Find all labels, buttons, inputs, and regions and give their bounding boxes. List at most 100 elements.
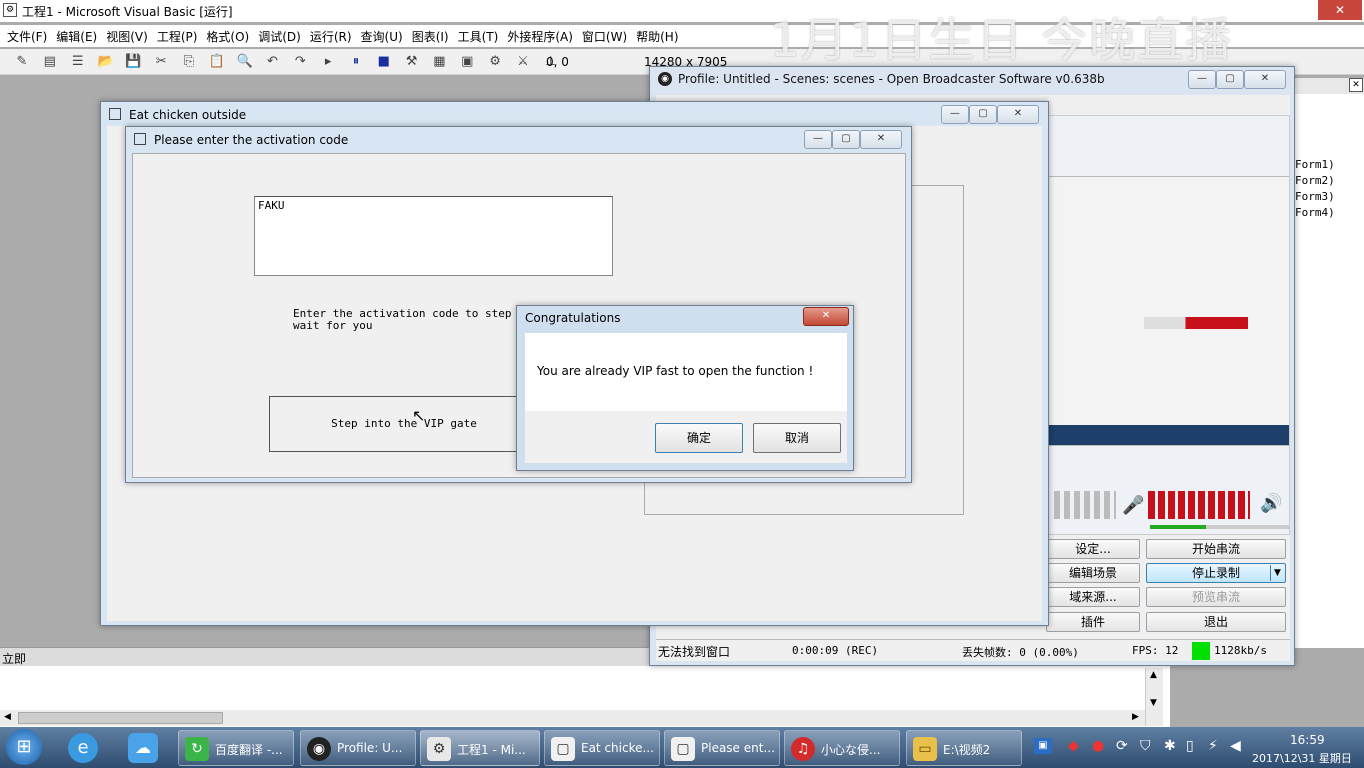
device-icon[interactable]: ▯ [1186, 738, 1194, 754]
vip-gate-button[interactable]: Step into the VIP gate [269, 396, 539, 452]
baidu-cloud-icon[interactable]: ☁ [128, 733, 158, 763]
obs-mic-meter [1054, 491, 1116, 519]
taskbar-label: Eat chicke... [581, 741, 654, 755]
volume-icon[interactable]: ◀ [1230, 738, 1241, 754]
hscroll-thumb[interactable] [18, 712, 223, 724]
scroll-down-icon[interactable]: ▼ [1150, 698, 1157, 708]
activation-title: Please enter the activation code [154, 133, 349, 147]
form-item-2[interactable]: Form2) [1295, 174, 1335, 187]
taskbar-item-netease-music[interactable]: ♫ 小心な侵... [784, 730, 900, 766]
form-item-3[interactable]: Form3) [1295, 190, 1335, 203]
save-icon[interactable]: 💾 [125, 54, 141, 70]
tray-icon-2[interactable]: ● [1092, 738, 1104, 754]
add-form-icon[interactable]: ▤ [42, 54, 58, 70]
form-item-1[interactable]: Form1) [1295, 158, 1335, 171]
network-icon[interactable]: ⚡ [1208, 738, 1218, 754]
taskbar-label: E:\视频2 [943, 743, 991, 757]
dialog-ok-button[interactable]: 确定 [655, 423, 743, 453]
obs-minimize-button[interactable]: — [1188, 70, 1216, 89]
redo-icon[interactable]: ↷ [292, 54, 308, 70]
activation-minimize-button[interactable]: — [804, 130, 832, 149]
undo-icon[interactable]: ↶ [264, 54, 280, 70]
mic-icon[interactable]: 🎤 [1122, 495, 1144, 516]
find-icon[interactable]: 🔍 [237, 54, 253, 70]
project-panel-close-icon[interactable]: ✕ [1349, 78, 1363, 92]
paste-icon[interactable]: 📋 [209, 54, 225, 70]
taskbar-item-vb[interactable]: ⚙ 工程1 - Mi... [420, 730, 540, 766]
menu-query[interactable]: 查询(U) [361, 30, 403, 44]
taskbar-item-baidu-translate[interactable]: ↻ 百度翻译 -... [178, 730, 294, 766]
menu-addins[interactable]: 外接程序(A) [507, 30, 573, 44]
activation-close-button[interactable]: ✕ [860, 130, 902, 149]
bluetooth-icon[interactable]: ✱ [1164, 738, 1176, 754]
menu-project[interactable]: 工程(P) [157, 30, 198, 44]
activation-instruction: Enter the activation code to step into w… [293, 308, 525, 332]
obs-title: Profile: Untitled - Scenes: scenes - Ope… [678, 72, 1105, 86]
scroll-up-icon[interactable]: ▲ [1150, 670, 1157, 680]
form-layout-icon[interactable]: ▣ [459, 54, 475, 70]
obs-plugins-button[interactable]: 插件 [1046, 612, 1140, 632]
scroll-left-icon[interactable]: ◀ [4, 712, 11, 722]
menu-format[interactable]: 格式(O) [206, 30, 249, 44]
menu-help[interactable]: 帮助(H) [636, 30, 678, 44]
menu-debug[interactable]: 调试(D) [258, 30, 301, 44]
menu-editor-icon[interactable]: ☰ [70, 54, 86, 70]
menu-window[interactable]: 窗口(W) [582, 30, 627, 44]
project-explorer-icon[interactable]: ⚒ [404, 54, 420, 70]
obs-stop-recording-button[interactable]: 停止录制 ▼ [1146, 563, 1286, 583]
open-icon[interactable]: 📂 [97, 54, 113, 70]
menu-file[interactable]: 文件(F) [7, 30, 47, 44]
object-browser-icon[interactable]: ⚙ [487, 54, 503, 70]
obs-maximize-button[interactable]: ▢ [1216, 70, 1244, 89]
pause-icon[interactable]: ⏸ [348, 54, 364, 70]
taskbar-item-eat-chicken[interactable]: ▢ Eat chicke... [544, 730, 660, 766]
stop-icon[interactable]: ■ [376, 54, 392, 70]
vb-close-button[interactable]: ✕ [1318, 0, 1362, 20]
immediate-vscroll[interactable]: ▲ ▼ [1145, 668, 1163, 726]
properties-icon[interactable]: ▦ [431, 54, 447, 70]
chevron-down-icon[interactable]: ▼ [1270, 565, 1284, 581]
eat-chicken-maximize-button[interactable]: ▢ [969, 105, 997, 124]
cut-icon[interactable]: ✂ [153, 54, 169, 70]
speaker-icon[interactable]: 🔊 [1260, 493, 1282, 514]
ie-icon[interactable]: e [68, 733, 98, 763]
clock-time[interactable]: 16:59 [1290, 733, 1325, 747]
obs-global-sources-button[interactable]: 域来源... [1046, 587, 1140, 607]
obs-settings-button[interactable]: 设定... [1046, 539, 1140, 559]
menu-tools[interactable]: 工具(T) [458, 30, 499, 44]
eat-chicken-close-button[interactable]: ✕ [997, 105, 1039, 124]
dialog-cancel-button[interactable]: 取消 [753, 423, 841, 453]
scroll-right-icon[interactable]: ▶ [1132, 712, 1139, 722]
menu-edit[interactable]: 编辑(E) [56, 30, 97, 44]
shield-icon[interactable]: ⛉ [1140, 738, 1151, 754]
activation-code-input[interactable]: FAKU [254, 196, 613, 276]
taskbar-item-please-enter[interactable]: ▢ Please ent... [664, 730, 780, 766]
immediate-hscroll[interactable]: ◀ ▶ [0, 710, 1145, 726]
obs-close-button[interactable]: ✕ [1244, 70, 1286, 89]
obs-start-stream-button[interactable]: 开始串流 [1146, 539, 1286, 559]
activation-maximize-button[interactable]: ▢ [832, 130, 860, 149]
input-method-icon[interactable]: ▣ [1034, 738, 1052, 754]
add-project-icon[interactable]: ✎ [14, 54, 30, 70]
dialog-message: You are already VIP fast to open the fun… [537, 364, 814, 378]
tray-icon-1[interactable]: ◆ [1068, 738, 1079, 754]
tray-icon-3[interactable]: ⟳ [1116, 738, 1128, 754]
taskbar-item-obs[interactable]: ◉ Profile: U... [300, 730, 416, 766]
obs-edit-scene-button[interactable]: 编辑场景 [1046, 563, 1140, 583]
obs-exit-button[interactable]: 退出 [1146, 612, 1286, 632]
dialog-close-button[interactable]: ✕ [803, 307, 849, 326]
start-button[interactable]: ⊞ [6, 729, 42, 765]
eat-chicken-minimize-button[interactable]: — [941, 105, 969, 124]
form-item-4[interactable]: Form4) [1295, 206, 1335, 219]
start-icon[interactable]: ▸ [320, 54, 336, 70]
taskbar-item-folder[interactable]: ▭ E:\视频2 [906, 730, 1022, 766]
menu-view[interactable]: 视图(V) [106, 30, 148, 44]
congrats-dialog: Congratulations ✕ You are already VIP fa… [516, 305, 854, 471]
obs-preview-stream-button[interactable]: 预览串流 [1146, 587, 1286, 607]
menu-diagram[interactable]: 图表(I) [412, 30, 449, 44]
menu-run[interactable]: 运行(R) [310, 30, 352, 44]
dialog-body: You are already VIP fast to open the fun… [525, 333, 847, 411]
copy-icon[interactable]: ⎘ [181, 54, 197, 70]
toolbox-icon[interactable]: ⚔ [515, 54, 531, 70]
clock-date[interactable]: 2017\12\31 星期日 [1252, 750, 1352, 766]
